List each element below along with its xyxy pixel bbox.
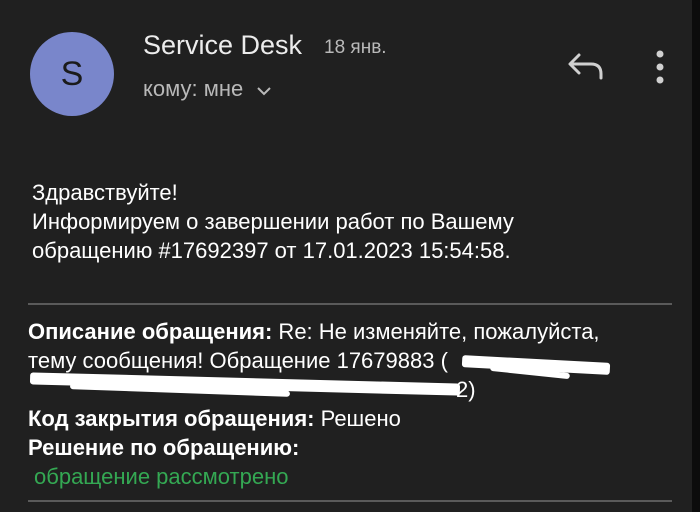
avatar-letter: S [60, 54, 84, 93]
description-label: Описание обращения: [28, 319, 273, 344]
resolution-row: Решение по обращению: [28, 433, 678, 462]
divider-top [28, 303, 672, 305]
sender-avatar[interactable]: S [30, 32, 114, 116]
resolution-value: обращение рассмотрено [34, 464, 289, 489]
more-vert-icon[interactable] [653, 50, 667, 84]
close-code-row: Код закрытия обращения: Решено [28, 404, 678, 433]
request-details: Описание обращения: Re: Не изменяйте, по… [28, 317, 678, 491]
divider-bottom [28, 500, 672, 502]
resolution-label: Решение по обращению: [28, 435, 300, 460]
greeting-text: Здравствуйте! [32, 180, 178, 205]
close-code-label: Код закрытия обращения: [28, 406, 315, 431]
right-edge [692, 0, 700, 512]
body-line-3: обращению #17692397 от 17.01.2023 15:54:… [32, 238, 511, 263]
recipient-toggle[interactable]: кому: мне [143, 76, 271, 102]
reply-icon[interactable] [567, 52, 605, 80]
description-text-1: Re: Не изменяйте, пожалуйста, [272, 319, 600, 344]
chevron-down-icon [257, 76, 271, 102]
body-line-2: Информируем о завершении работ по Вашему [32, 209, 514, 234]
description-row-1: Описание обращения: Re: Не изменяйте, по… [28, 317, 678, 346]
sender-name[interactable]: Service Desk [143, 30, 302, 61]
message-body: Здравствуйте! Информируем о завершении р… [32, 178, 514, 265]
close-code-value: Решено [314, 406, 401, 431]
description-text-2: тему сообщения! Обращение 17679883 ( [28, 348, 448, 373]
recipient-label: кому: мне [143, 76, 244, 101]
message-date: 18 янв. [324, 37, 387, 58]
